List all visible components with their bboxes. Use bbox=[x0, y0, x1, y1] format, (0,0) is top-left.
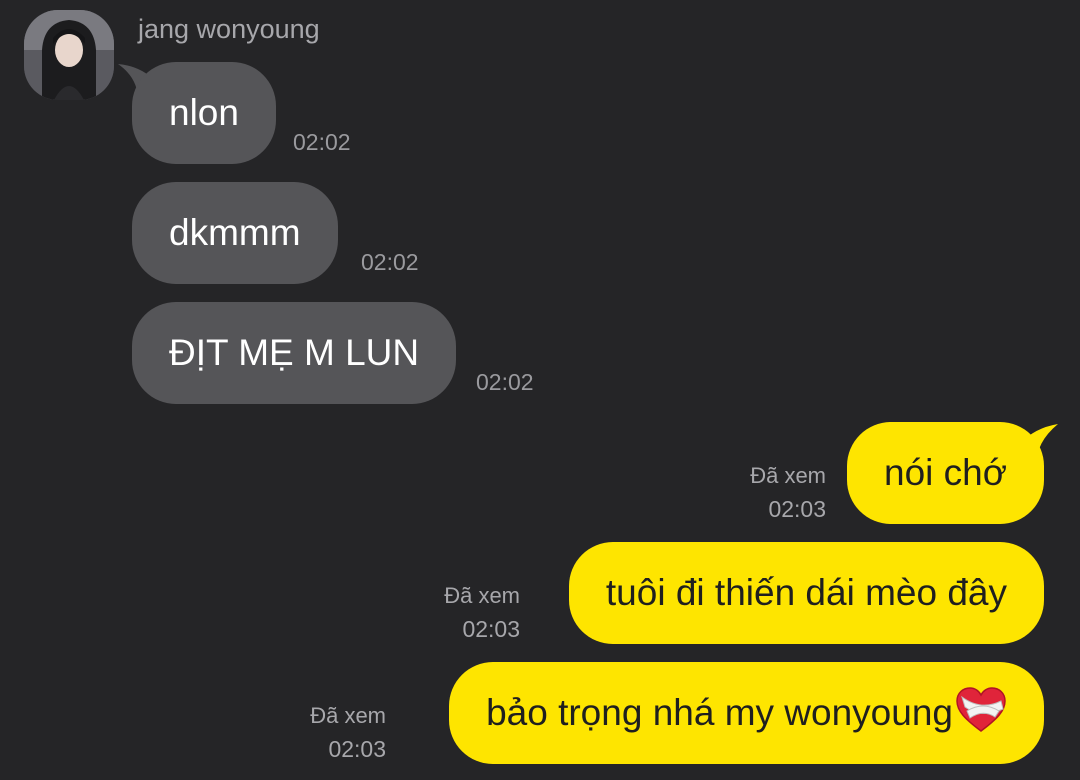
message-meta: Đã xem 02:03 bbox=[444, 580, 520, 646]
read-receipt: Đã xem bbox=[444, 583, 520, 608]
message-text: tuôi đi thiến dái mèo đây bbox=[605, 572, 1007, 613]
outgoing-message-bubble[interactable]: bảo trọng nhá my wonyoung bbox=[449, 662, 1044, 764]
incoming-message-bubble[interactable]: ĐỊT MẸ M LUN bbox=[132, 302, 457, 404]
incoming-message-bubble[interactable]: dkmmm bbox=[132, 182, 338, 284]
sender-name: jang wonyoung bbox=[138, 14, 320, 44]
message-timestamp: 02:03 bbox=[462, 616, 520, 642]
outgoing-message-bubble[interactable]: nói chớ bbox=[847, 422, 1044, 524]
read-receipt: Đã xem bbox=[750, 463, 826, 488]
message-timestamp: 02:02 bbox=[293, 129, 351, 155]
message-timestamp: 02:03 bbox=[768, 496, 826, 522]
sender-avatar[interactable] bbox=[24, 10, 114, 100]
message-timestamp: 02:02 bbox=[361, 249, 419, 275]
message-text: nlon bbox=[169, 92, 239, 133]
message-text: ĐỊT MẸ M LUN bbox=[169, 332, 420, 373]
message-meta: Đã xem 02:03 bbox=[750, 460, 826, 526]
avatar-photo bbox=[24, 10, 114, 100]
message-meta: Đã xem 02:03 bbox=[310, 700, 386, 766]
incoming-message-bubble[interactable]: nlon bbox=[132, 62, 276, 164]
message-timestamp: 02:03 bbox=[328, 736, 386, 762]
mending-heart-icon bbox=[955, 670, 1007, 732]
message-text: nói chớ bbox=[884, 452, 1007, 493]
message-text: dkmmm bbox=[169, 212, 301, 253]
outgoing-message-bubble[interactable]: tuôi đi thiến dái mèo đây bbox=[568, 542, 1044, 644]
message-text: bảo trọng nhá my wonyoung bbox=[486, 692, 953, 733]
message-timestamp: 02:02 bbox=[476, 369, 534, 395]
read-receipt: Đã xem bbox=[310, 703, 386, 728]
